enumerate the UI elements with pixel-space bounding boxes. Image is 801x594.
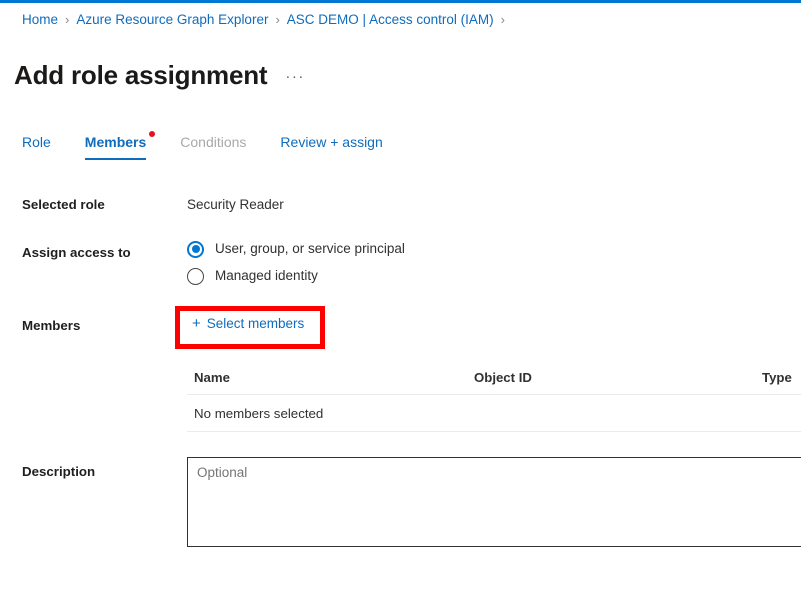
radio-option-label: Managed identity: [215, 268, 318, 283]
radio-option-label: User, group, or service principal: [215, 241, 405, 256]
column-header-type: Type: [762, 370, 792, 385]
tab-role-label: Role: [22, 134, 51, 150]
tab-members-label: Members: [84, 134, 147, 150]
members-table: Name Object ID Type No members selected: [187, 370, 801, 432]
assign-access-to-radio-group: User, group, or service principal Manage…: [187, 240, 405, 294]
tab-members[interactable]: Members: [84, 131, 156, 160]
tab-review-assign[interactable]: Review + assign: [280, 132, 382, 160]
page-title: Add role assignment: [14, 60, 268, 91]
table-footer-divider: [187, 431, 801, 432]
tab-role[interactable]: Role: [22, 132, 51, 160]
table-empty-message: No members selected: [194, 405, 324, 421]
top-accent-strip: [0, 0, 801, 3]
description-input[interactable]: [187, 457, 801, 547]
table-header-row: Name Object ID Type: [187, 370, 801, 394]
tab-review-assign-label: Review + assign: [280, 134, 383, 150]
select-members-button-label: Select members: [206, 316, 305, 331]
column-header-object-id: Object ID: [474, 370, 532, 385]
more-options-icon[interactable]: ···: [285, 60, 305, 94]
radio-button-selected-icon[interactable]: [187, 240, 204, 258]
tab-members-required-dot-icon: [149, 131, 156, 137]
add-role-assignment-page: Home › Azure Resource Graph Explorer › A…: [0, 0, 801, 594]
table-empty-row: No members selected: [187, 395, 801, 431]
breadcrumb-chevron-icon: ›: [500, 12, 505, 27]
breadcrumb-item-asc-demo-access-control[interactable]: ASC DEMO | Access control (IAM): [287, 11, 494, 29]
column-header-name: Name: [194, 370, 230, 385]
radio-option-managed-identity[interactable]: Managed identity: [187, 267, 405, 285]
selected-role-label: Selected role: [22, 197, 105, 212]
selected-role-value: Security Reader: [187, 197, 284, 212]
radio-button-unselected-icon[interactable]: [187, 267, 204, 285]
radio-option-user-group-service-principal[interactable]: User, group, or service principal: [187, 240, 405, 258]
description-label: Description: [22, 464, 96, 479]
plus-icon: +: [192, 315, 201, 332]
breadcrumb-chevron-icon: ›: [275, 12, 280, 27]
members-label: Members: [22, 318, 81, 333]
page-header: Add role assignment ···: [14, 41, 305, 110]
tab-conditions-label: Conditions: [180, 134, 247, 150]
breadcrumb-chevron-icon: ›: [65, 12, 70, 27]
breadcrumb-item-home[interactable]: Home: [22, 11, 58, 29]
breadcrumb-item-azure-resource-graph-explorer[interactable]: Azure Resource Graph Explorer: [76, 11, 268, 29]
assign-access-to-label: Assign access to: [22, 245, 131, 260]
tab-conditions[interactable]: Conditions: [180, 132, 246, 160]
select-members-button[interactable]: + Select members: [192, 314, 304, 334]
tab-bar: Role Members Conditions Review + assign: [22, 131, 417, 160]
breadcrumb: Home › Azure Resource Graph Explorer › A…: [22, 11, 512, 29]
